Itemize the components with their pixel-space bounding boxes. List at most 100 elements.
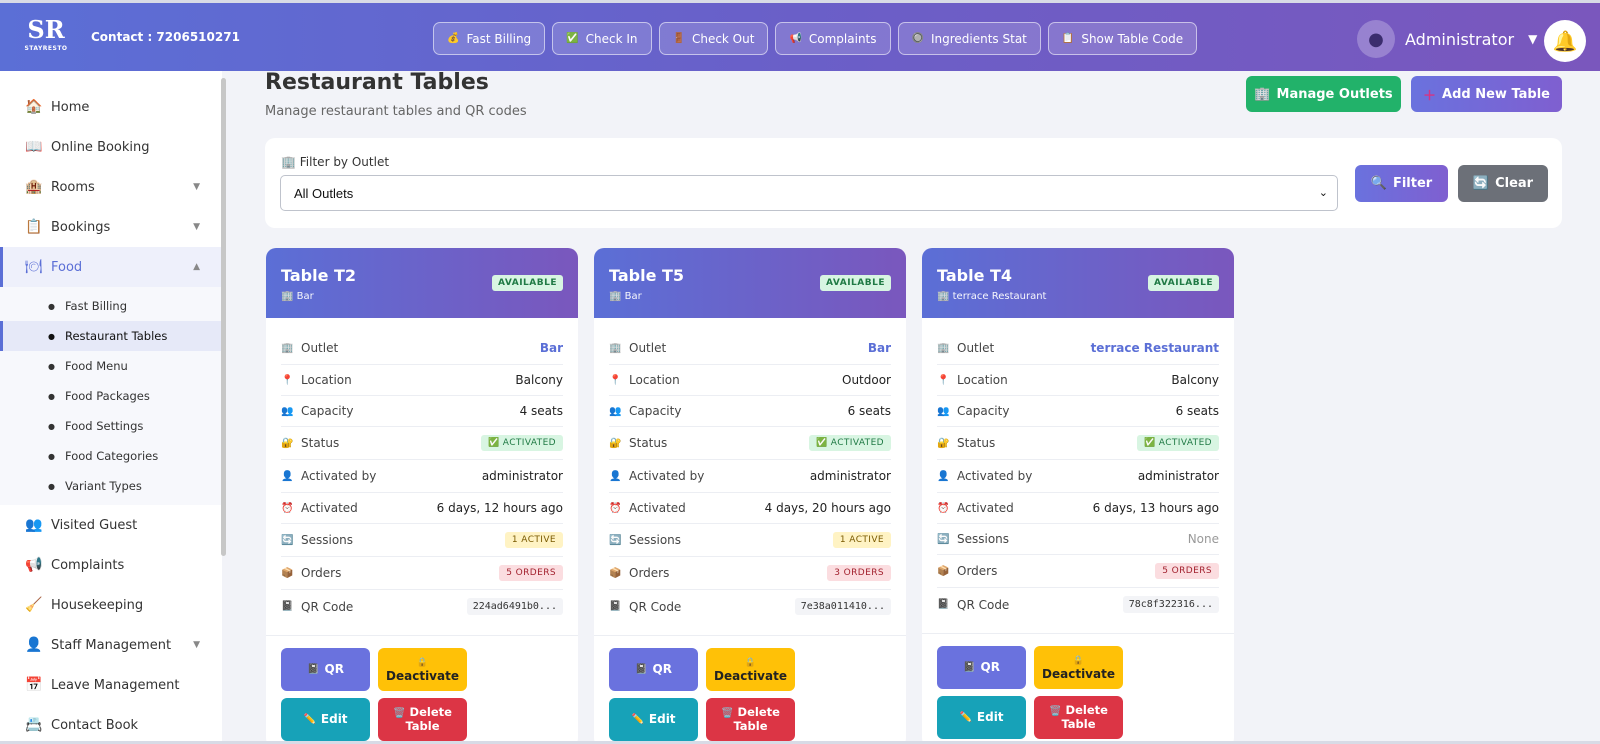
- page-title: Restaurant Tables: [265, 70, 489, 95]
- deactivate-button[interactable]: 🔒 Deactivate: [378, 648, 467, 691]
- submenu-item-variant-types[interactable]: ● Variant Types: [0, 471, 222, 501]
- user-icon: 👤: [609, 470, 622, 482]
- row-location: 📍 Location Balcony: [937, 365, 1219, 396]
- card-actions: 📓 QR 🔒 Deactivate ✏️ Edit 🗑️ Delete Table: [266, 635, 578, 741]
- building-icon: 🏢: [1254, 86, 1271, 102]
- card-outlet: 🏢 terrace Restaurant: [937, 291, 1047, 302]
- edit-button[interactable]: ✏️ Edit: [937, 696, 1026, 739]
- submenu-item-fast-billing[interactable]: ● Fast Billing: [0, 291, 222, 321]
- megaphone-icon: 📢: [25, 557, 43, 573]
- user-icon: 👤: [937, 470, 950, 482]
- outlet-link[interactable]: terrace Restaurant: [1091, 341, 1219, 355]
- qr-code-value: 224ad6491b0...: [466, 598, 563, 615]
- outlet-link[interactable]: Bar: [540, 341, 563, 355]
- sidebar-item-online-booking[interactable]: 📖 Online Booking: [0, 127, 222, 167]
- delete-table-button[interactable]: 🗑️ Delete Table: [378, 698, 467, 741]
- submenu-item-restaurant-tables[interactable]: ● Restaurant Tables: [0, 321, 222, 351]
- row-orders: 📦 Orders 5 ORDERS: [937, 555, 1219, 588]
- clear-button[interactable]: 🔄 Clear: [1458, 165, 1548, 202]
- plate-icon: 🍽: [25, 259, 43, 275]
- money-bag-icon: 💰: [447, 33, 460, 44]
- alarm-clock-icon: ⏰: [281, 502, 294, 514]
- filter-button[interactable]: 🔍 Filter: [1355, 165, 1448, 202]
- table-name: Table T4: [937, 266, 1013, 285]
- table-name: Table T5: [609, 266, 685, 285]
- refresh-icon: 🔄: [937, 533, 950, 545]
- ingredients-stat-button[interactable]: 🔘 Ingredients Stat: [897, 22, 1041, 55]
- qr-code-value: 78c8f322316...: [1122, 596, 1219, 613]
- sidebar-item-food[interactable]: 🍽 Food ▲: [0, 247, 222, 287]
- sidebar-scrollbar[interactable]: [221, 78, 226, 556]
- sidebar-item-rooms[interactable]: 🏨 Rooms ▼: [0, 167, 222, 207]
- submenu-item-food-menu[interactable]: ● Food Menu: [0, 351, 222, 381]
- sidebar-item-complaints[interactable]: 📢 Complaints: [0, 545, 222, 585]
- qr-book-icon: 📓: [963, 662, 976, 673]
- qr-code-value: 7e38a011410...: [794, 598, 891, 615]
- card-outlet: 🏢 Bar: [281, 291, 314, 302]
- chevron-up-icon: ▲: [193, 262, 200, 272]
- deactivate-button[interactable]: 🔒 Deactivate: [706, 648, 795, 691]
- fast-billing-button[interactable]: 💰 Fast Billing: [433, 22, 546, 55]
- submenu-item-food-categories[interactable]: ● Food Categories: [0, 441, 222, 471]
- complaints-button[interactable]: 📢 Complaints: [775, 22, 891, 55]
- delete-table-button[interactable]: 🗑️ Delete Table: [1034, 696, 1123, 739]
- table-card-t4: Table T4 🏢 terrace Restaurant AVAILABLE …: [922, 248, 1234, 744]
- delete-table-button[interactable]: 🗑️ Delete Table: [706, 698, 795, 741]
- outlet-select[interactable]: All Outlets ⌄: [280, 175, 1338, 211]
- submenu-item-food-packages[interactable]: ● Food Packages: [0, 381, 222, 411]
- deactivate-button[interactable]: 🔒 Deactivate: [1034, 646, 1123, 689]
- status-badge: ✅ ACTIVATED: [1136, 435, 1219, 451]
- row-sessions: 🔄 Sessions 1 ACTIVE: [281, 524, 563, 557]
- row-sessions: 🔄 Sessions None: [937, 524, 1219, 555]
- food-submenu: ● Fast Billing ● Restaurant Tables ● Food M…: [0, 287, 222, 505]
- trash-icon: 🗑️: [1049, 706, 1062, 717]
- sidebar-item-home[interactable]: 🏠 Home: [0, 87, 222, 127]
- submenu-item-food-settings[interactable]: ● Food Settings: [0, 411, 222, 441]
- package-icon: 📦: [937, 565, 950, 577]
- sidebar-item-leave-management[interactable]: 📅 Leave Management: [0, 665, 222, 705]
- building-icon: 🏢: [609, 342, 622, 354]
- sidebar-item-housekeeping[interactable]: 🧹 Housekeeping: [0, 585, 222, 625]
- outlet-link[interactable]: Bar: [868, 341, 891, 355]
- show-table-code-button[interactable]: 📋 Show Table Code: [1047, 22, 1198, 55]
- sidebar-item-staff-management[interactable]: 👤 Staff Management ▼: [0, 625, 222, 665]
- qr-button[interactable]: 📓 QR: [937, 646, 1026, 689]
- notification-bell-icon[interactable]: 🔔: [1544, 20, 1586, 62]
- check-in-button[interactable]: ✅ Check In: [552, 22, 652, 55]
- row-status: 🔐 Status ✅ ACTIVATED: [281, 427, 563, 460]
- qr-book-icon: 📓: [281, 601, 294, 612]
- users-icon: 👥: [25, 517, 43, 533]
- sidebar-item-visited-guest[interactable]: 👥 Visited Guest: [0, 505, 222, 545]
- edit-button[interactable]: ✏️ Edit: [281, 698, 370, 741]
- row-orders: 📦 Orders 3 ORDERS: [609, 557, 891, 590]
- qr-button[interactable]: 📓 QR: [281, 648, 370, 691]
- qr-button[interactable]: 📓 QR: [609, 648, 698, 691]
- contact-book-icon: 📇: [25, 717, 43, 733]
- row-status: 🔐 Status ✅ ACTIVATED: [609, 427, 891, 460]
- users-icon: 👥: [609, 405, 622, 417]
- row-location: 📍 Location Outdoor: [609, 365, 891, 396]
- row-activated: ⏰ Activated 6 days, 12 hours ago: [281, 493, 563, 524]
- radio-icon: 🔘: [911, 33, 924, 44]
- user-name: Administrator: [1405, 29, 1515, 49]
- check-out-button[interactable]: 🚪 Check Out: [658, 22, 769, 55]
- qr-book-icon: 📓: [307, 664, 320, 675]
- broom-icon: 🧹: [25, 597, 43, 613]
- manage-outlets-button[interactable]: 🏢 Manage Outlets: [1246, 76, 1401, 112]
- row-sessions: 🔄 Sessions 1 ACTIVE: [609, 524, 891, 557]
- plus-icon: ＋: [1423, 88, 1437, 104]
- user-menu[interactable]: ● Administrator ▼: [1357, 20, 1537, 58]
- app-logo[interactable]: SR STAYRESTO: [24, 15, 68, 59]
- lock-icon: 🔒: [416, 657, 429, 668]
- row-activated-by: 👤 Activated by administrator: [937, 460, 1219, 493]
- sidebar-item-bookings[interactable]: 📋 Bookings ▼: [0, 207, 222, 247]
- door-icon: 🚪: [672, 33, 685, 44]
- building-icon: 🏢: [281, 155, 296, 169]
- contact-number: Contact : 7206510271: [91, 30, 240, 44]
- orders-badge: 3 ORDERS: [827, 565, 891, 581]
- edit-button[interactable]: ✏️ Edit: [609, 698, 698, 741]
- card-actions: 📓 QR 🔒 Deactivate ✏️ Edit 🗑️ Delete Table: [922, 633, 1234, 739]
- sidebar-item-contact-book[interactable]: 📇 Contact Book: [0, 705, 222, 744]
- add-new-table-button[interactable]: ＋ Add New Table: [1411, 76, 1562, 112]
- package-icon: 📦: [281, 567, 294, 579]
